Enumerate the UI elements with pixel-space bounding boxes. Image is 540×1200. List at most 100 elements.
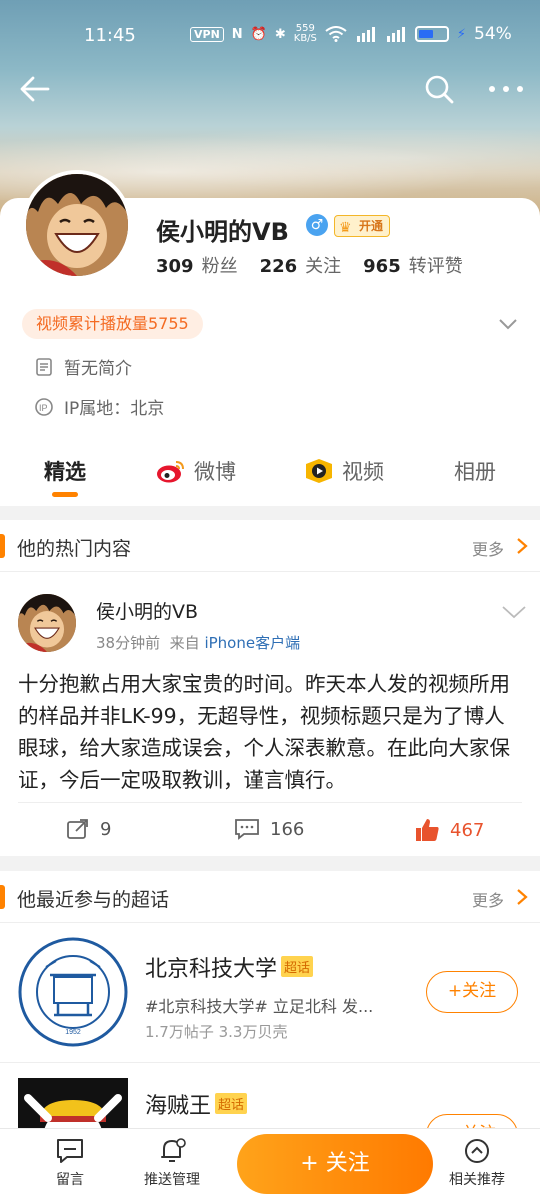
thumbs-up-icon bbox=[416, 819, 439, 841]
post-card[interactable]: 侯小明的VB 38分钟前 来自 iPhone客户端 十分抱歉占用大家宝贵的时间。… bbox=[0, 572, 540, 856]
ip-location-text: IP属地：北京 bbox=[64, 399, 165, 419]
bio-text: 暂无简介 bbox=[64, 359, 132, 379]
profile-avatar[interactable] bbox=[22, 170, 132, 280]
post-avatar-image bbox=[18, 594, 76, 652]
comment-count: 166 bbox=[270, 818, 305, 840]
chevron-down-icon[interactable] bbox=[496, 312, 520, 336]
super-topics-section: 他最近参与的超话 更多 1952 北京科技大学 超话 #北京科技大学# 立足北科 … bbox=[0, 871, 540, 1128]
comment-icon bbox=[235, 819, 259, 840]
chevron-right-icon-2[interactable] bbox=[514, 887, 530, 907]
super-topics-more-link[interactable]: 更多 bbox=[472, 887, 504, 911]
bio-row: 暂无简介 bbox=[34, 354, 132, 379]
message-button[interactable]: 留言 bbox=[25, 1137, 115, 1189]
video-logo-icon bbox=[306, 459, 332, 483]
post-options-chevron-icon[interactable] bbox=[500, 602, 528, 622]
more-options-icon[interactable] bbox=[486, 72, 526, 106]
engagement-label: 转评赞 bbox=[408, 256, 463, 277]
chat-bubble-icon bbox=[57, 1139, 83, 1163]
comment-button[interactable]: 166 bbox=[234, 818, 304, 840]
profile-stats: 309 粉丝 226 关注 965 转评赞 bbox=[156, 252, 463, 278]
ip-location-icon: IP bbox=[35, 397, 53, 416]
hot-content-more-link[interactable]: 更多 bbox=[472, 536, 504, 560]
back-arrow-icon[interactable] bbox=[18, 72, 52, 106]
chevron-circle-up-icon bbox=[465, 1139, 489, 1163]
section-accent-bar-2 bbox=[0, 885, 5, 909]
bottom-action-bar: 留言 推送管理 + 关注 相关推荐 bbox=[0, 1128, 540, 1200]
post-author-avatar[interactable] bbox=[18, 594, 76, 652]
bell-settings-icon bbox=[161, 1138, 186, 1162]
ip-location-row: IP IP属地：北京 bbox=[34, 394, 164, 419]
active-tab-indicator bbox=[52, 492, 78, 497]
post-text: 十分抱歉占用大家宝贵的时间。昨天本人发的视频所用的样品并非LK-99，无超导性，… bbox=[18, 672, 510, 792]
related-recommend-button[interactable]: 相关推荐 bbox=[432, 1137, 522, 1189]
super-topic-tag: 超话 bbox=[281, 956, 314, 977]
vip-badge[interactable]: ♛ 开通 bbox=[334, 215, 391, 237]
hot-content-section: 他的热门内容 更多 侯小明的VB 38分钟前 来自 iPhone客户端 十分抱歉… bbox=[0, 520, 540, 856]
topic-follow-button[interactable]: +关注 bbox=[426, 971, 518, 1013]
post-from-label: 来自 bbox=[169, 634, 200, 652]
super-topics-title: 他最近参与的超话 bbox=[17, 889, 170, 911]
weibo-logo-icon bbox=[157, 461, 184, 483]
topic-stats: 1.7万帖子 3.3万贝壳 bbox=[145, 1023, 288, 1041]
signal-icon-1 bbox=[356, 27, 375, 42]
charging-icon: ⚡ bbox=[456, 26, 467, 42]
follow-user-button[interactable]: + 关注 bbox=[237, 1134, 433, 1194]
tab-album[interactable]: 相册 bbox=[454, 456, 496, 486]
followers-stat[interactable]: 309 粉丝 bbox=[156, 252, 238, 278]
following-stat[interactable]: 226 关注 bbox=[260, 252, 342, 278]
chevron-right-icon[interactable] bbox=[514, 536, 530, 556]
topic-follow-button[interactable]: +关注 bbox=[426, 1114, 518, 1128]
topic-item[interactable]: 海贼王超话 +关注 bbox=[0, 1064, 540, 1128]
post-actions: 9 166 467 bbox=[0, 818, 540, 848]
nfc-icon: N bbox=[231, 26, 243, 42]
followers-label: 粉丝 bbox=[201, 256, 238, 277]
ustb-logo-icon: 1952 bbox=[18, 937, 128, 1047]
status-time: 11:45 bbox=[84, 25, 136, 46]
section-accent-bar bbox=[0, 534, 5, 558]
followers-count: 309 bbox=[156, 256, 194, 277]
topic-name-text: 北京科技大学 bbox=[145, 957, 278, 982]
status-bar: 11:45 VPN N ⏰ ✱ 559 KB/S ⚡ 54% bbox=[0, 0, 540, 70]
bluetooth-icon: ✱ bbox=[274, 26, 286, 42]
push-settings-button[interactable]: 推送管理 bbox=[127, 1137, 217, 1189]
related-recommend-label: 相关推荐 bbox=[449, 1172, 505, 1188]
post-author-name[interactable]: 侯小明的VB bbox=[96, 597, 198, 624]
message-label: 留言 bbox=[56, 1172, 84, 1188]
net-speed-unit: KB/S bbox=[293, 33, 317, 44]
topic-name: 北京科技大学 超话 bbox=[145, 951, 314, 983]
one-piece-jolly-roger-icon bbox=[18, 1078, 128, 1128]
ustb-logo-year: 1952 bbox=[65, 1029, 81, 1036]
vip-label: 开通 bbox=[359, 219, 384, 233]
super-topics-header: 他最近参与的超话 更多 bbox=[0, 871, 540, 923]
battery-icon bbox=[414, 26, 449, 42]
post-time: 38分钟前 bbox=[96, 634, 161, 652]
profile-username: 侯小明的VB bbox=[156, 218, 289, 246]
status-icons: VPN N ⏰ ✱ 559 KB/S ⚡ 54% bbox=[190, 24, 512, 44]
tab-video[interactable]: 视频 bbox=[304, 456, 384, 486]
top-nav bbox=[0, 68, 540, 108]
crown-icon: ♛ bbox=[339, 220, 352, 236]
battery-percent: 54% bbox=[474, 24, 512, 44]
engagement-count: 965 bbox=[363, 256, 401, 277]
net-speed: 559 KB/S bbox=[294, 24, 317, 44]
video-play-count-badge[interactable]: 视频累计播放量5755 bbox=[22, 309, 203, 339]
post-meta: 38分钟前 来自 iPhone客户端 bbox=[96, 632, 300, 653]
wifi-icon bbox=[325, 26, 347, 42]
svg-text:IP: IP bbox=[39, 403, 48, 413]
repost-button[interactable]: 9 bbox=[66, 818, 111, 840]
topic-name: 海贼王 超话 bbox=[145, 1088, 248, 1120]
like-button[interactable]: 467 bbox=[414, 818, 484, 842]
search-icon[interactable] bbox=[422, 72, 456, 106]
push-settings-label: 推送管理 bbox=[144, 1172, 200, 1188]
engagement-stat[interactable]: 965 转评赞 bbox=[363, 252, 463, 278]
hot-content-header: 他的热门内容 更多 bbox=[0, 520, 540, 572]
post-source[interactable]: iPhone客户端 bbox=[204, 634, 300, 652]
tab-weibo[interactable]: 微博 bbox=[156, 456, 236, 486]
document-icon bbox=[36, 357, 52, 376]
super-topic-tag: 超话 bbox=[215, 1093, 248, 1114]
tab-featured-label: 精选 bbox=[44, 460, 86, 484]
like-count: 467 bbox=[450, 819, 485, 841]
topic-name-text: 海贼王 bbox=[145, 1094, 212, 1119]
tab-featured[interactable]: 精选 bbox=[44, 456, 86, 486]
topic-item[interactable]: 1952 北京科技大学 超话 #北京科技大学# 立足北科 发... 1.7万帖子 … bbox=[0, 923, 540, 1063]
